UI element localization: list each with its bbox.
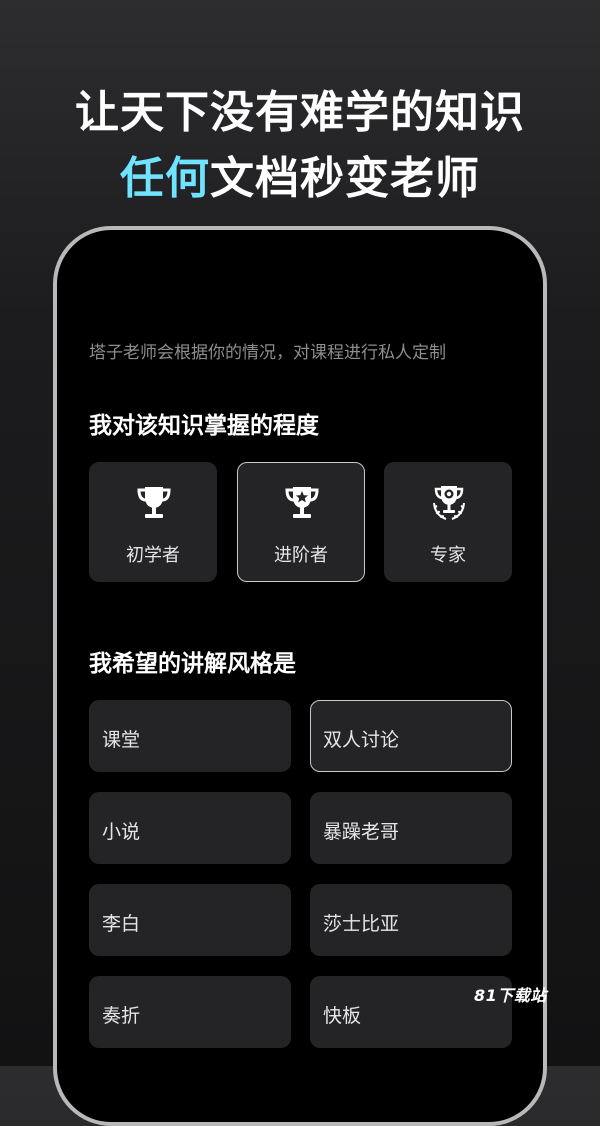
headline-line-2: 任何文档秒变老师 xyxy=(0,142,600,206)
style-option-label: 小说 xyxy=(102,821,141,843)
level-option-beginner[interactable]: 初学者 xyxy=(89,462,217,582)
phone-frame: 塔子老师会根据你的情况，对课程进行私人定制 我对该知识掌握的程度 初学者 进阶者… xyxy=(53,226,547,1126)
style-option-label: 快板 xyxy=(323,1005,362,1027)
trophy-star-icon xyxy=(285,487,319,518)
style-option-label: 莎士比亚 xyxy=(323,913,400,935)
style-option-dialogue[interactable]: 双人讨论 xyxy=(310,700,512,772)
style-option-li-bai[interactable]: 李白 xyxy=(89,884,291,956)
level-option-label: 专家 xyxy=(430,545,466,566)
style-option-shakespeare[interactable]: 莎士比亚 xyxy=(310,884,512,956)
level-option-label: 进阶者 xyxy=(274,545,328,566)
style-option-label: 暴躁老哥 xyxy=(323,821,400,843)
phone-screen: 塔子老师会根据你的情况，对课程进行私人定制 我对该知识掌握的程度 初学者 进阶者… xyxy=(57,230,543,1122)
trophy-laurel-icon xyxy=(433,486,465,520)
style-option-label: 双人讨论 xyxy=(323,729,400,751)
style-option-label: 奏折 xyxy=(102,1005,141,1027)
level-option-label: 初学者 xyxy=(126,545,180,566)
style-option-classroom[interactable]: 课堂 xyxy=(89,700,291,772)
style-option-label: 李白 xyxy=(102,913,141,935)
style-option-grumpy-bro[interactable]: 暴躁老哥 xyxy=(310,792,512,864)
style-option-memorial[interactable]: 奏折 xyxy=(89,976,291,1048)
style-option-label: 课堂 xyxy=(102,729,141,751)
headline-accent-text: 任何 xyxy=(120,153,210,204)
level-option-expert[interactable]: 专家 xyxy=(384,462,512,582)
style-option-novel[interactable]: 小说 xyxy=(89,792,291,864)
style-section-title: 我希望的讲解风格是 xyxy=(89,650,296,677)
screen-subtitle: 塔子老师会根据你的情况，对课程进行私人定制 xyxy=(89,343,446,363)
headline-rest-text: 文档秒变老师 xyxy=(210,153,480,204)
level-section-title: 我对该知识掌握的程度 xyxy=(89,412,319,439)
headline-line-1: 让天下没有难学的知识 xyxy=(75,87,525,138)
watermark-logo: 81下载站 xyxy=(474,986,547,1005)
level-option-intermediate[interactable]: 进阶者 xyxy=(237,462,365,582)
trophy-plain-icon xyxy=(137,487,171,518)
